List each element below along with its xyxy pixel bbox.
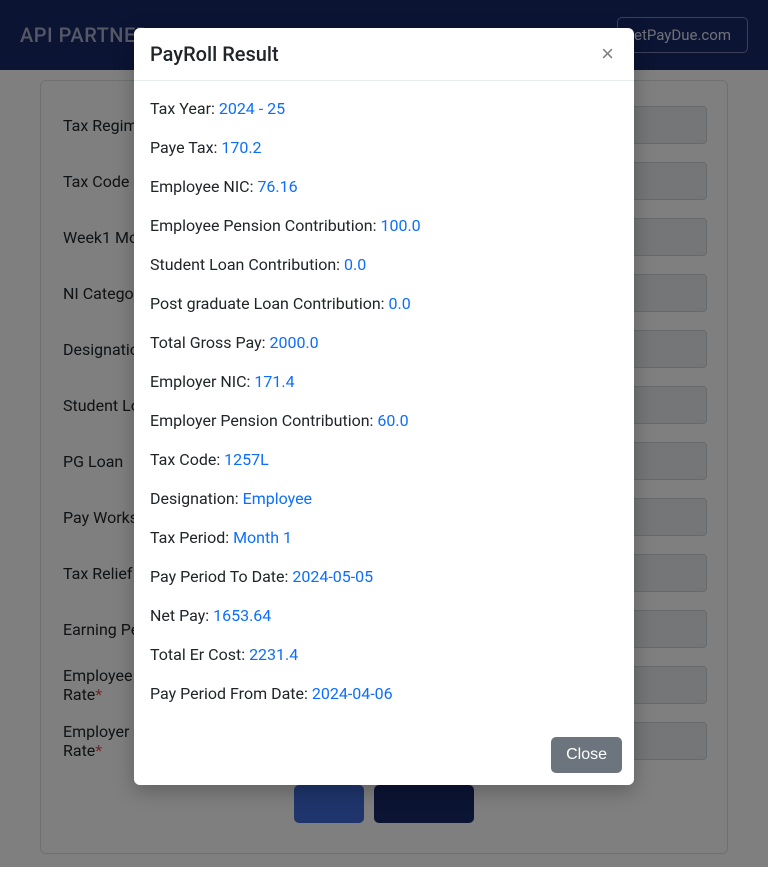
- result-line: Pay Period From Date: 2024-04-06: [150, 684, 618, 703]
- result-line: Pay Period To Date: 2024-05-05: [150, 567, 618, 586]
- result-label: Employee NIC:: [150, 177, 257, 196]
- result-label: Pay Period From Date:: [150, 684, 312, 703]
- modal-header: PayRoll Result ×: [134, 28, 634, 81]
- result-line: Employer NIC: 171.4: [150, 372, 618, 391]
- result-label: Tax Year:: [150, 99, 219, 118]
- result-line: Student Loan Contribution: 0.0: [150, 255, 618, 274]
- result-line: Employee Pension Contribution: 100.0: [150, 216, 618, 235]
- result-line: Employee NIC: 76.16: [150, 177, 618, 196]
- result-value: 60.0: [377, 411, 408, 430]
- result-value: 2231.4: [249, 645, 298, 664]
- result-line: Paye Tax: 170.2: [150, 138, 618, 157]
- result-line: Net Pay: 1653.64: [150, 606, 618, 625]
- payroll-result-modal: PayRoll Result × Tax Year: 2024 - 25 Paye…: [134, 28, 634, 785]
- result-label: Tax Period:: [150, 528, 233, 547]
- result-label: Paye Tax:: [150, 138, 221, 157]
- result-line: Tax Period: Month 1: [150, 528, 618, 547]
- result-line: Total Gross Pay: 2000.0: [150, 333, 618, 352]
- result-label: Employer NIC:: [150, 372, 254, 391]
- result-value: 100.0: [380, 216, 420, 235]
- modal-title: PayRoll Result: [150, 42, 279, 66]
- result-label: Pay Period To Date:: [150, 567, 292, 586]
- result-line: Tax Code: 1257L: [150, 450, 618, 469]
- result-value: Month 1: [233, 528, 292, 547]
- result-value: Employee: [243, 489, 312, 508]
- result-label: Designation:: [150, 489, 243, 508]
- result-line: Tax Year: 2024 - 25: [150, 99, 618, 118]
- result-value: 1653.64: [213, 606, 271, 625]
- result-value: 2024-05-05: [292, 567, 373, 586]
- result-label: Employer Pension Contribution:: [150, 411, 377, 430]
- result-line: Post graduate Loan Contribution: 0.0: [150, 294, 618, 313]
- result-label: Tax Code:: [150, 450, 224, 469]
- result-value: 2000.0: [269, 333, 318, 352]
- result-value: 0.0: [344, 255, 366, 274]
- result-label: Total Er Cost:: [150, 645, 249, 664]
- result-value: 76.16: [257, 177, 297, 196]
- result-value: 2024-04-06: [312, 684, 393, 703]
- result-value: 171.4: [254, 372, 294, 391]
- modal-footer: Close: [134, 725, 634, 785]
- result-label: Total Gross Pay:: [150, 333, 269, 352]
- result-label: Student Loan Contribution:: [150, 255, 344, 274]
- modal-body: Tax Year: 2024 - 25 Paye Tax: 170.2 Employ…: [134, 81, 634, 725]
- result-label: Post graduate Loan Contribution:: [150, 294, 389, 313]
- result-line: Employer Pension Contribution: 60.0: [150, 411, 618, 430]
- result-value: 1257L: [224, 450, 269, 469]
- result-value: 0.0: [389, 294, 411, 313]
- close-button[interactable]: Close: [551, 737, 622, 773]
- result-label: Employee Pension Contribution:: [150, 216, 380, 235]
- result-value: 170.2: [221, 138, 261, 157]
- result-value: 2024 - 25: [219, 99, 285, 118]
- close-icon[interactable]: ×: [597, 43, 618, 65]
- result-line: Designation: Employee: [150, 489, 618, 508]
- result-label: Net Pay:: [150, 606, 213, 625]
- result-line: Total Er Cost: 2231.4: [150, 645, 618, 664]
